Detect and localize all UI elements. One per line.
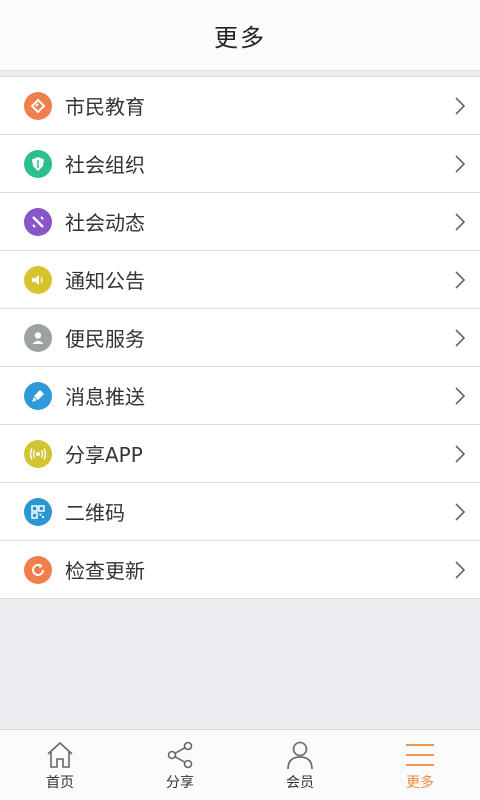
brush-icon: [24, 381, 52, 410]
tab-home[interactable]: 首页: [0, 730, 120, 800]
menu-item-convenience-services[interactable]: 便民服务: [0, 309, 480, 367]
menu-item-check-update[interactable]: 检查更新: [0, 541, 480, 599]
menu-item-label: 社会动态: [65, 211, 145, 235]
chevron-right-icon: [455, 213, 466, 231]
chevron-right-icon: [455, 445, 466, 463]
bottom-tab-bar: 首页 分享 会员 更多: [0, 729, 480, 800]
menu-item-label: 检查更新: [65, 559, 145, 583]
home-icon: [47, 741, 73, 768]
tab-share[interactable]: 分享: [120, 730, 240, 800]
menu-item-social-organization[interactable]: 社会组织: [0, 135, 480, 193]
tab-label: 会员: [286, 775, 314, 791]
broadcast-icon: [24, 439, 52, 468]
tab-label: 首页: [46, 775, 74, 791]
chevron-right-icon: [455, 271, 466, 289]
menu-item-citizen-education[interactable]: 市民教育: [0, 77, 480, 135]
menu-item-label: 社会组织: [65, 153, 145, 177]
tab-member[interactable]: 会员: [240, 730, 360, 800]
chevron-right-icon: [455, 329, 466, 347]
tab-label: 分享: [166, 775, 194, 791]
share-icon: [167, 741, 193, 769]
menu-item-label: 分享APP: [65, 443, 143, 467]
chevron-right-icon: [455, 387, 466, 405]
chevron-right-icon: [455, 503, 466, 521]
menu-icon: [406, 744, 434, 766]
menu-item-push-messages[interactable]: 消息推送: [0, 367, 480, 425]
menu-item-label: 通知公告: [65, 269, 145, 293]
menu-item-label: 市民教育: [65, 95, 145, 119]
menu-item-share-app[interactable]: 分享APP: [0, 425, 480, 483]
chevron-right-icon: [455, 561, 466, 579]
menu-item-social-news[interactable]: 社会动态: [0, 193, 480, 251]
satellite-icon: [24, 207, 52, 236]
tab-more[interactable]: 更多: [360, 730, 480, 800]
menu-item-label: 便民服务: [65, 327, 145, 351]
diamond-tag-icon: [24, 91, 52, 120]
person-icon: [24, 323, 52, 352]
menu-item-label: 二维码: [65, 501, 125, 525]
shield-icon: [24, 149, 52, 178]
more-menu-list: 市民教育 社会组织 社会动态 通知公告 便民服务 消息推送 分享APP 二维码 …: [0, 76, 480, 599]
menu-item-label: 消息推送: [65, 385, 145, 409]
menu-item-announcements[interactable]: 通知公告: [0, 251, 480, 309]
tab-label: 更多: [406, 775, 434, 791]
menu-item-qr-code[interactable]: 二维码: [0, 483, 480, 541]
chevron-right-icon: [455, 97, 466, 115]
speaker-icon: [24, 265, 52, 294]
chevron-right-icon: [455, 155, 466, 173]
qr-code-icon: [24, 497, 52, 526]
refresh-icon: [24, 555, 52, 584]
header-bar: 更多: [0, 0, 480, 71]
user-icon: [287, 741, 313, 770]
page-title: 更多: [214, 23, 266, 52]
